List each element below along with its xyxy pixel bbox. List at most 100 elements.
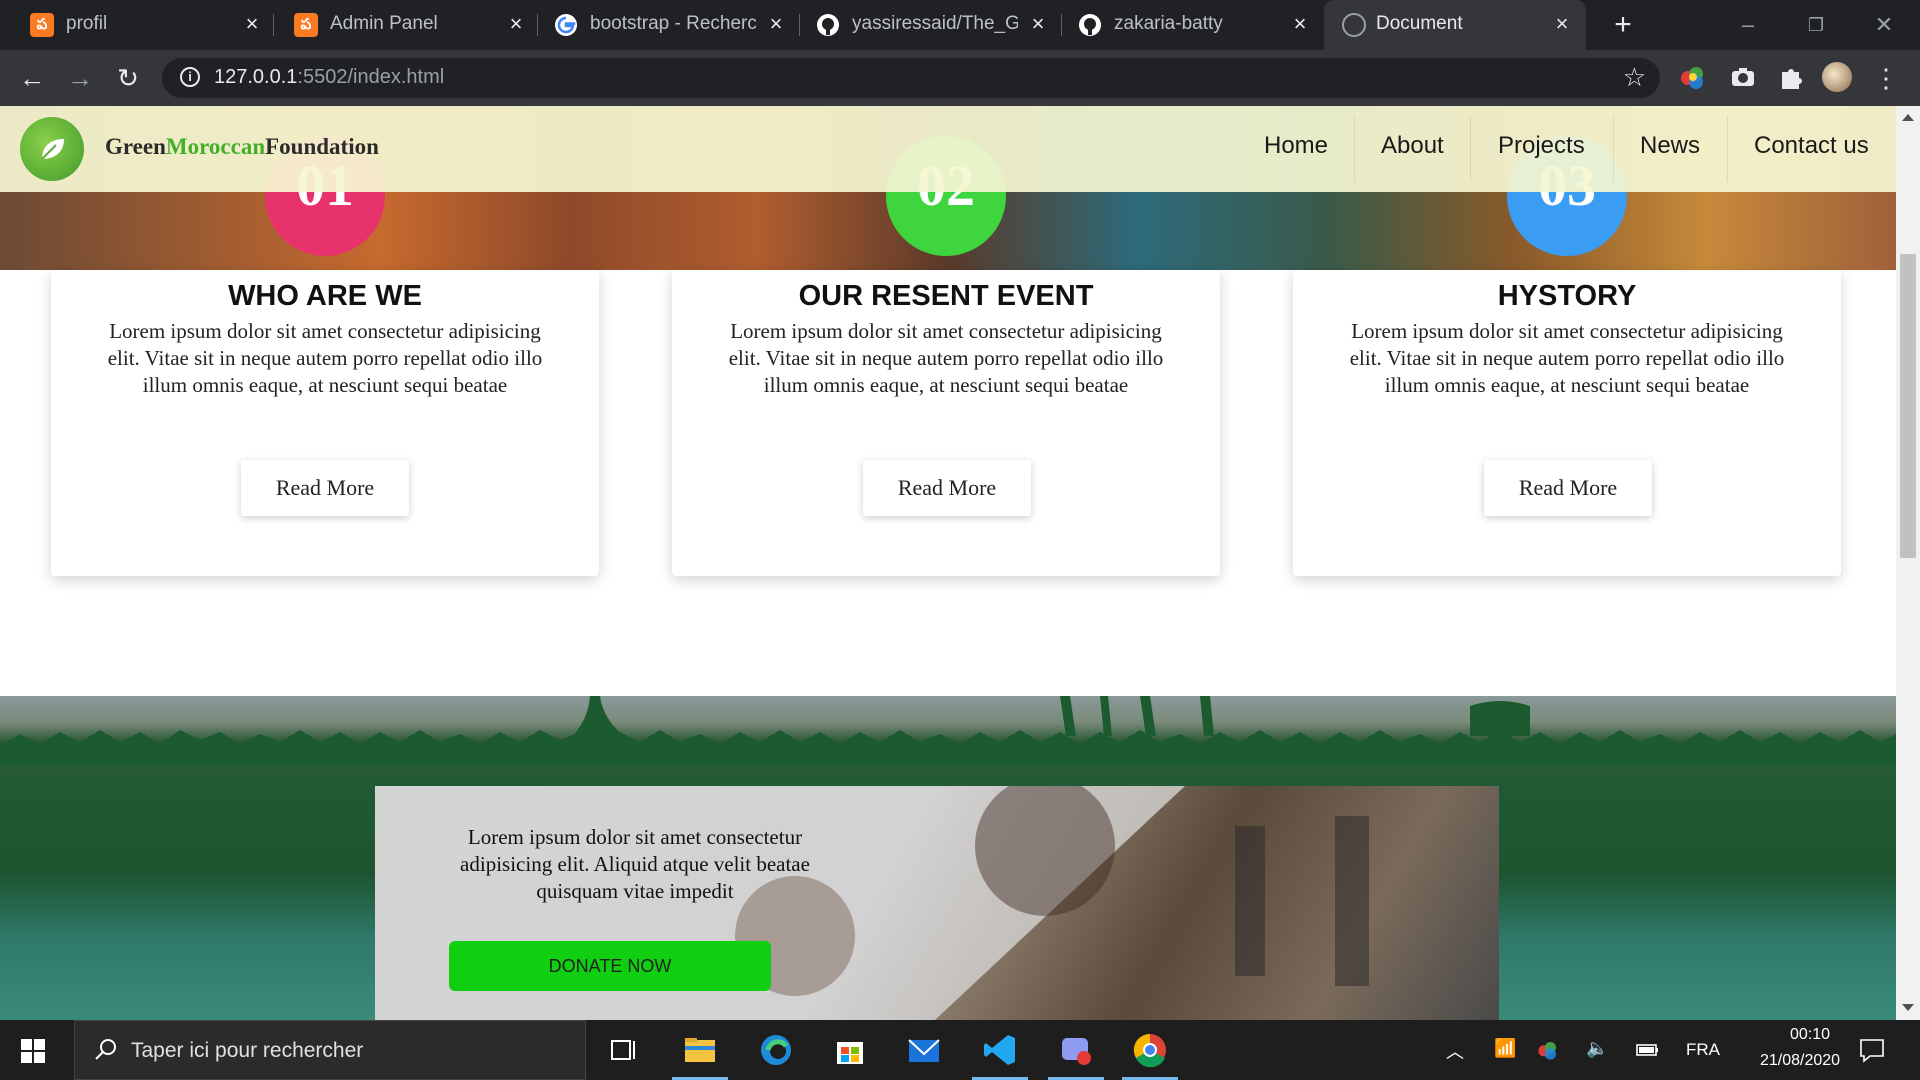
scroll-up-arrow-icon[interactable]: [1902, 114, 1914, 121]
browser-tab-strip: ప profil × ప Admin Panel × bootstrap - R…: [0, 0, 1920, 50]
url-path: :5502/index.html: [297, 66, 445, 88]
close-tab-icon[interactable]: ×: [240, 12, 264, 36]
new-tab-button[interactable]: +: [1606, 8, 1640, 42]
card-title: OUR RESENT EVENT: [798, 280, 1094, 312]
minimize-window-icon[interactable]: –: [1733, 10, 1763, 40]
wifi-icon[interactable]: 📶: [1494, 1038, 1516, 1059]
browser-tab-active[interactable]: Document ×: [1324, 0, 1586, 50]
close-tab-icon[interactable]: ×: [1288, 12, 1312, 36]
taskbar-search-box[interactable]: Taper ici pour rechercher: [74, 1020, 586, 1080]
brand-name[interactable]: GreenMoroccanFoundation: [105, 134, 379, 160]
reload-icon[interactable]: ↻: [112, 62, 144, 94]
xampp-icon: ప: [294, 13, 318, 37]
brand-part: Green: [105, 134, 166, 159]
scrollbar-thumb[interactable]: [1900, 254, 1916, 558]
info-card-history: HYSTORY Lorem ipsum dolor sit amet conse…: [1293, 270, 1841, 576]
bookmark-star-icon[interactable]: ☆: [1623, 62, 1646, 93]
browser-tab[interactable]: ప Admin Panel ×: [274, 0, 538, 50]
forward-arrow-icon[interactable]: →: [64, 62, 96, 94]
site-navbar: GreenMoroccanFoundation Home About Proje…: [0, 106, 1896, 192]
browser-tab[interactable]: yassiressaid/The_Gre ×: [800, 0, 1062, 50]
donate-text: Lorem ipsum dolor sit amet consectetur a…: [460, 825, 810, 903]
github-icon: [1079, 14, 1101, 36]
search-icon: [95, 1039, 116, 1060]
tab-label: bootstrap - Recherch: [590, 13, 756, 34]
nav-link-news[interactable]: News: [1640, 132, 1700, 160]
close-window-icon[interactable]: ✕: [1869, 10, 1899, 40]
browser-tab[interactable]: zakaria-batty ×: [1062, 0, 1324, 50]
input-language[interactable]: FRA: [1686, 1040, 1720, 1060]
windows-start-icon[interactable]: [20, 1038, 46, 1064]
browser-tab[interactable]: ప profil ×: [0, 0, 274, 50]
close-tab-icon[interactable]: ×: [1026, 12, 1050, 36]
nav-link-projects[interactable]: Projects: [1498, 132, 1585, 160]
nav-link-about[interactable]: About: [1381, 132, 1444, 160]
page-viewport: 01 02 03 GreenMoroccanFoundation Home Ab…: [0, 106, 1896, 1020]
task-view-icon[interactable]: [606, 1032, 642, 1068]
tab-label: zakaria-batty: [1114, 13, 1223, 34]
color-extension-tray-icon[interactable]: [1536, 1038, 1560, 1062]
battery-icon[interactable]: [1636, 1038, 1660, 1062]
scroll-down-arrow-icon[interactable]: [1902, 1004, 1914, 1011]
read-more-button[interactable]: Read More: [863, 460, 1031, 516]
browser-menu-icon[interactable]: ⋮: [1870, 62, 1902, 94]
nav-separator: [1613, 116, 1614, 182]
close-tab-icon[interactable]: ×: [1550, 12, 1574, 36]
nav-link-home[interactable]: Home: [1264, 132, 1328, 160]
tab-label: profil: [66, 13, 108, 34]
extensions-puzzle-icon[interactable]: [1776, 62, 1806, 92]
google-icon: [555, 14, 577, 36]
url-host: 127.0.0.1: [214, 66, 298, 88]
card-text: Lorem ipsum dolor sit amet consectetur a…: [728, 319, 1164, 397]
profile-avatar[interactable]: [1822, 62, 1852, 92]
nav-separator: [1470, 116, 1471, 182]
volume-icon[interactable]: 🔈: [1586, 1038, 1608, 1059]
nav-link-contact[interactable]: Contact us: [1754, 132, 1869, 160]
github-icon: [817, 14, 839, 36]
card-title: HYSTORY: [1497, 280, 1637, 312]
chrome-icon[interactable]: [1132, 1032, 1168, 1068]
read-more-button[interactable]: Read More: [1484, 460, 1652, 516]
card-title: WHO ARE WE: [228, 280, 422, 312]
search-placeholder: Taper ici pour rechercher: [131, 1039, 364, 1062]
close-tab-icon[interactable]: ×: [504, 12, 528, 36]
notification-center-icon[interactable]: [1858, 1036, 1886, 1064]
microsoft-store-icon[interactable]: [832, 1032, 868, 1068]
camera-icon[interactable]: [1728, 62, 1758, 92]
url-text[interactable]: 127.0.0.1:5502/index.html: [214, 66, 444, 89]
file-explorer-icon[interactable]: [682, 1032, 718, 1068]
brand-part: Foundation: [265, 134, 379, 159]
back-arrow-icon[interactable]: ←: [16, 62, 48, 94]
mail-icon[interactable]: [906, 1032, 942, 1068]
brand-part: Moroccan: [165, 134, 266, 159]
vscode-icon[interactable]: [982, 1032, 1018, 1068]
screen-recorder-icon[interactable]: [1058, 1032, 1094, 1068]
browser-toolbar: ← → ↻ i 127.0.0.1:5502/index.html ☆ ⋮: [0, 50, 1920, 106]
foundation-logo[interactable]: [20, 117, 84, 181]
read-more-button[interactable]: Read More: [241, 460, 409, 516]
info-card-recent-event: OUR RESENT EVENT Lorem ipsum dolor sit a…: [672, 270, 1220, 576]
show-hidden-icons-chevron-icon[interactable]: ︿: [1446, 1038, 1464, 1064]
edge-browser-icon[interactable]: [758, 1032, 794, 1068]
card-text: Lorem ipsum dolor sit amet consectetur a…: [1349, 319, 1785, 397]
page-scrollbar[interactable]: [1896, 106, 1920, 1020]
restore-window-icon[interactable]: ❐: [1801, 10, 1831, 40]
close-tab-icon[interactable]: ×: [764, 12, 788, 36]
donate-section: Lorem ipsum dolor sit amet consectetur a…: [0, 696, 1896, 1020]
nav-separator: [1727, 116, 1728, 182]
donate-now-button[interactable]: DONATE NOW: [449, 941, 771, 991]
address-bar[interactable]: i 127.0.0.1:5502/index.html ☆: [162, 58, 1660, 98]
info-card-who-are-we: WHO ARE WE Lorem ipsum dolor sit amet co…: [51, 270, 599, 576]
tab-label: Document: [1376, 13, 1463, 34]
tab-label: yassiressaid/The_Gre: [852, 13, 1018, 34]
clock-time[interactable]: 00:10: [1760, 1026, 1860, 1044]
clock-date[interactable]: 21/08/2020: [1740, 1052, 1860, 1070]
windows-taskbar: Taper ici pour rechercher ︿ 📶 🔈 FRA 00:1…: [0, 1020, 1920, 1080]
site-info-icon[interactable]: i: [180, 67, 200, 87]
globe-icon: [1342, 13, 1366, 37]
card-text: Lorem ipsum dolor sit amet consectetur a…: [107, 319, 543, 397]
browser-tab[interactable]: bootstrap - Recherch ×: [538, 0, 800, 50]
tab-label: Admin Panel: [330, 13, 438, 34]
color-extension-icon[interactable]: [1678, 62, 1708, 92]
grass-silhouette: [0, 696, 1896, 766]
